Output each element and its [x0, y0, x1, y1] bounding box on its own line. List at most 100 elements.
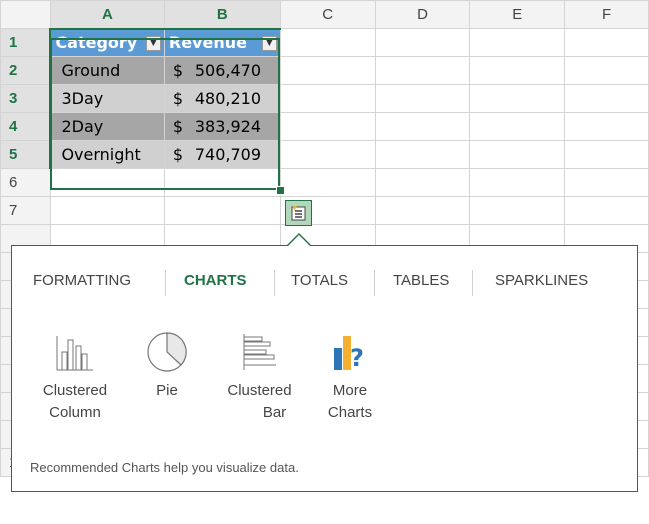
quick-analysis-hint: Recommended Charts help you visualize da… — [30, 460, 299, 475]
column-header-b[interactable]: B — [163, 0, 281, 30]
cell[interactable] — [374, 56, 471, 85]
cell[interactable] — [564, 196, 649, 225]
cell[interactable] — [564, 56, 649, 85]
revenue-value: 383,924 — [194, 117, 262, 136]
row-header-7[interactable]: 7 — [0, 196, 51, 225]
row-header-1[interactable]: 1 — [0, 28, 52, 57]
option-label-line1: More — [332, 382, 368, 399]
cell[interactable] — [163, 196, 281, 225]
cell[interactable] — [564, 140, 649, 169]
cell[interactable] — [469, 56, 566, 85]
option-more-charts[interactable]: ? More Charts — [315, 328, 385, 424]
table-cell-revenue[interactable]: $740,709 — [163, 140, 281, 169]
cell[interactable] — [279, 168, 376, 197]
clustered-column-chart-icon — [56, 336, 93, 371]
cell[interactable] — [279, 28, 376, 57]
cell[interactable] — [374, 140, 471, 169]
column-header-d[interactable]: D — [374, 0, 471, 29]
tab-divider — [165, 270, 166, 296]
tab-sparklines[interactable]: SPARKLINES — [495, 268, 588, 296]
table-cell-revenue[interactable]: $480,210 — [163, 84, 281, 113]
table-header-revenue[interactable]: Revenue ▼ — [163, 28, 281, 57]
option-clustered-column[interactable]: Clustered Column — [30, 328, 120, 424]
cell[interactable] — [374, 84, 471, 113]
cell[interactable] — [564, 84, 649, 113]
cell[interactable] — [469, 140, 566, 169]
fill-handle[interactable] — [276, 186, 285, 195]
cell[interactable] — [279, 56, 376, 85]
option-label-line1: Clustered — [227, 382, 292, 399]
row-header-3[interactable]: 3 — [0, 84, 52, 113]
tab-divider — [274, 270, 275, 296]
select-all-corner[interactable] — [0, 0, 51, 29]
cell[interactable] — [374, 196, 471, 225]
currency-symbol: $ — [172, 145, 184, 164]
row-header-4[interactable]: 4 — [0, 112, 52, 141]
option-label-line1: Clustered — [42, 382, 108, 399]
column-header-f[interactable]: F — [564, 0, 649, 29]
option-label-line1: Pie — [156, 382, 178, 399]
table-header-category[interactable]: Category ▼ — [49, 28, 165, 57]
quick-analysis-button[interactable] — [285, 200, 312, 226]
currency-symbol: $ — [172, 61, 184, 80]
column-header-a[interactable]: A — [49, 0, 165, 30]
revenue-value: 506,470 — [194, 61, 262, 80]
tab-divider — [374, 270, 375, 296]
cell[interactable] — [564, 28, 649, 57]
option-label-line2: Column — [49, 404, 101, 421]
table-cell-revenue[interactable]: $506,470 — [163, 56, 281, 85]
cell[interactable] — [49, 168, 165, 197]
tab-divider — [472, 270, 473, 296]
filter-dropdown-icon[interactable]: ▼ — [261, 35, 277, 51]
tab-formatting[interactable]: FORMATTING — [33, 268, 131, 296]
pie-chart-icon — [147, 332, 187, 372]
cell[interactable] — [374, 28, 471, 57]
table-cell-category[interactable]: 2Day — [49, 112, 165, 141]
quick-analysis-tabs: FORMATTING CHARTS TOTALS TABLES SPARKLIN… — [12, 268, 637, 296]
cell[interactable] — [279, 112, 376, 141]
revenue-value: 740,709 — [194, 145, 262, 164]
table-cell-category[interactable]: Ground — [49, 56, 165, 85]
header-revenue-label: Revenue — [168, 33, 247, 53]
panel-pointer-inner — [287, 235, 311, 247]
tab-tables[interactable]: TABLES — [393, 268, 449, 296]
column-header-c[interactable]: C — [279, 0, 376, 29]
cell[interactable] — [49, 196, 165, 225]
header-category-label: Category — [55, 33, 138, 53]
svg-text:?: ? — [350, 344, 364, 372]
cell[interactable] — [564, 112, 649, 141]
table-cell-revenue[interactable]: $383,924 — [163, 112, 281, 141]
cell[interactable] — [374, 168, 471, 197]
spreadsheet: A B C D E F 1 Category ▼ Revenue ▼ 2 Groun… — [0, 0, 649, 524]
cell[interactable] — [279, 84, 376, 113]
revenue-value: 480,210 — [194, 89, 262, 108]
quick-analysis-panel: FORMATTING CHARTS TOTALS TABLES SPARKLIN… — [11, 245, 638, 492]
row-header-5[interactable]: 5 — [0, 140, 52, 169]
column-header-e[interactable]: E — [469, 0, 566, 29]
quick-analysis-icon — [291, 205, 306, 220]
row-header-6[interactable]: 6 — [0, 168, 51, 197]
filter-dropdown-icon[interactable]: ▼ — [145, 35, 161, 51]
cell[interactable] — [279, 140, 376, 169]
tab-totals[interactable]: TOTALS — [291, 268, 348, 296]
cell[interactable] — [374, 112, 471, 141]
row-header-2[interactable]: 2 — [0, 56, 52, 85]
cell[interactable] — [564, 168, 649, 197]
currency-symbol: $ — [172, 117, 184, 136]
cell[interactable] — [469, 28, 566, 57]
cell[interactable] — [163, 168, 281, 197]
cell[interactable] — [469, 84, 566, 113]
cell[interactable] — [469, 196, 566, 225]
option-pie[interactable]: Pie — [137, 328, 197, 402]
tab-charts[interactable]: CHARTS — [184, 268, 247, 296]
table-cell-category[interactable]: 3Day — [49, 84, 165, 113]
option-label-line2: Bar — [262, 404, 287, 421]
table-cell-category[interactable]: Overnight — [49, 140, 165, 169]
clustered-bar-chart-icon — [243, 334, 276, 370]
more-charts-icon: ? — [334, 336, 364, 372]
currency-symbol: $ — [172, 89, 184, 108]
option-label-line2: Charts — [327, 404, 373, 421]
option-clustered-bar[interactable]: Clustered Bar — [217, 328, 302, 424]
cell[interactable] — [469, 112, 566, 141]
cell[interactable] — [469, 168, 566, 197]
